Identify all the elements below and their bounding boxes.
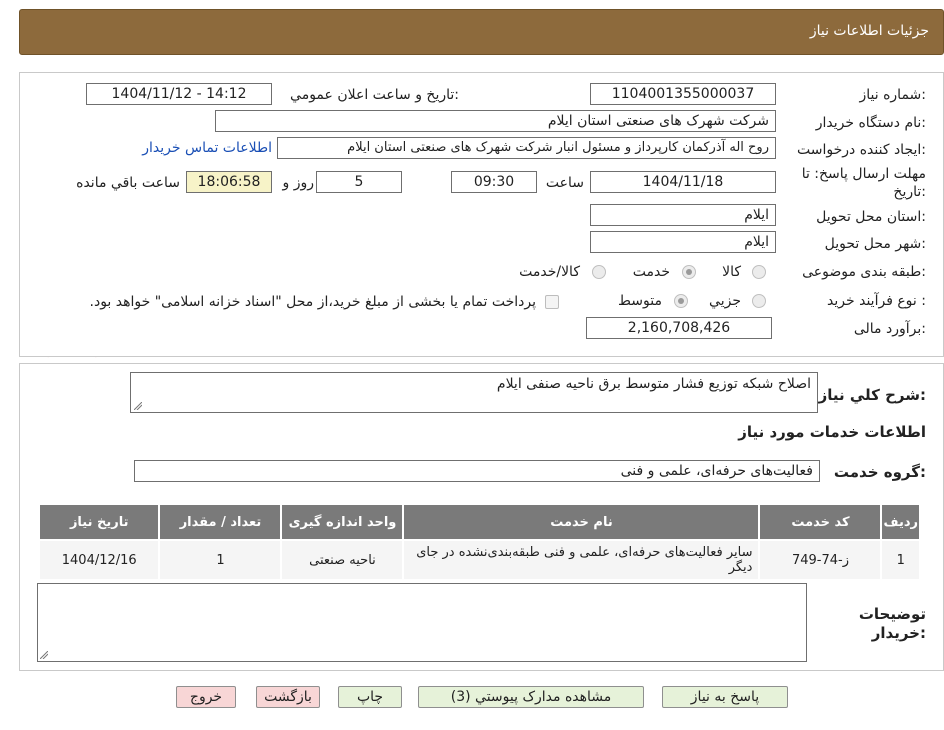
- services-section-title: اطلاعات خدمات مورد نياز: [738, 423, 926, 441]
- exit-button[interactable]: خروج: [176, 686, 236, 708]
- requester-label: ايجاد کننده درخواست:: [797, 142, 926, 158]
- need-number-label: شماره نیاز:: [859, 87, 926, 103]
- print-button[interactable]: چاپ: [338, 686, 402, 708]
- budget-label: برآورد مالی:: [853, 321, 926, 337]
- budget-field: 2,160,708,426: [586, 317, 772, 339]
- deadline-time-label: ساعت: [545, 175, 584, 191]
- back-button[interactable]: بازگشت: [256, 686, 320, 708]
- process-radio-medium[interactable]: [674, 294, 688, 308]
- buyer-notes-label-line2: خريدار:: [871, 624, 926, 642]
- remaining-time-field: 18:06:58: [186, 171, 272, 193]
- delivery-city-field: ايلام: [590, 231, 776, 253]
- cell-need-date: 1404/12/16: [37, 539, 161, 581]
- cell-row: 1: [880, 539, 921, 581]
- cell-unit: ناحیه صنعتی: [280, 539, 405, 581]
- need-number-field: 1104001355000037: [590, 83, 776, 105]
- category-radio-goods[interactable]: [752, 265, 766, 279]
- view-attachments-button[interactable]: مشاهده مدارک پيوستي (3): [418, 686, 644, 708]
- col-service-code: کد خدمت: [758, 503, 883, 541]
- col-unit: واحد اندازه گيری: [280, 503, 405, 541]
- announce-datetime-field: 1404/11/12 - 14:12: [86, 83, 272, 105]
- purchase-process-label: نوع فرآيند خريد :: [827, 293, 926, 309]
- category-label: طبقه بندی موضوعی:: [802, 264, 926, 280]
- buyer-contact-link[interactable]: اطلاعات تماس خريدار: [142, 140, 272, 156]
- deadline-time-field: 09:30: [451, 171, 537, 193]
- buyer-notes-field: [37, 583, 807, 662]
- reply-button[interactable]: پاسخ به نياز: [662, 686, 788, 708]
- category-option-service: خدمت: [632, 264, 670, 280]
- table-row: 1 ز-74-749 ساير فعاليت‌هاى حرفه‌اى، علمى…: [37, 539, 921, 581]
- deadline-label-line1: مهلت ارسال پاسخ: تا: [801, 166, 926, 182]
- category-option-goods: کالا: [722, 264, 741, 280]
- category-radio-service[interactable]: [682, 265, 696, 279]
- deadline-date-field: 1404/11/18: [590, 171, 776, 193]
- buyer-notes-label-line1: توضيحات: [858, 605, 926, 623]
- cell-service-code: ز-74-749: [758, 539, 883, 581]
- category-radio-goods-service[interactable]: [592, 265, 606, 279]
- delivery-province-label: استان محل تحويل:: [816, 209, 926, 225]
- deadline-days-field: 5: [316, 171, 402, 193]
- col-row: رديف: [880, 503, 921, 541]
- col-service-name: نام خدمت: [402, 503, 761, 541]
- requester-field: روح اله آذرکمان کارپرداز و مسئول انبار ش…: [277, 137, 776, 159]
- col-quantity: تعداد / مقدار: [158, 503, 283, 541]
- buyer-org-field: شرکت شهرک های صنعتی استان ایلام: [215, 110, 776, 132]
- treasury-payment-note: پرداخت تمام يا بخشی از مبلغ خريد،از محل …: [89, 294, 536, 310]
- category-option-goods-service: کالا/خدمت: [519, 264, 580, 280]
- summary-field: اصلاح شبکه توزیع فشار متوسط برق ناحیه صن…: [130, 372, 818, 413]
- cell-service-name: ساير فعاليت‌هاى حرفه‌اى، علمى و فنى طبقه…: [402, 539, 761, 581]
- process-option-medium: متوسط: [618, 293, 662, 309]
- notes-resize-icon[interactable]: [40, 651, 48, 659]
- page-title: جزئیات اطلاعات نیاز: [809, 23, 929, 39]
- buyer-org-label: نام دستگاه خريدار:: [815, 115, 926, 131]
- process-option-minor: جزيي: [709, 293, 741, 309]
- col-need-date: تاريخ نياز: [37, 503, 161, 541]
- cell-quantity: 1: [158, 539, 283, 581]
- announce-datetime-label: تاريخ و ساعت اعلان عمومي:: [290, 87, 459, 103]
- delivery-city-label: شهر محل تحويل:: [824, 236, 926, 252]
- service-group-field: فعاليت‌هاى حرفه‌اى، علمى و فنى: [134, 460, 820, 482]
- remaining-time-label: ساعت باقي مانده: [76, 175, 180, 191]
- deadline-label-line2: تاريخ:: [893, 184, 926, 200]
- treasury-payment-checkbox[interactable]: [545, 295, 559, 309]
- process-radio-minor[interactable]: [752, 294, 766, 308]
- service-group-label: گروه خدمت:: [833, 463, 926, 481]
- summary-resize-icon[interactable]: [134, 402, 142, 410]
- services-table: رديف کد خدمت نام خدمت واحد اندازه گيری ت…: [37, 503, 921, 581]
- summary-label: شرح کلي نياز:: [818, 386, 926, 404]
- delivery-province-field: ايلام: [590, 204, 776, 226]
- deadline-days-label: روز و: [282, 175, 315, 191]
- page-header: جزئیات اطلاعات نیاز: [19, 9, 944, 55]
